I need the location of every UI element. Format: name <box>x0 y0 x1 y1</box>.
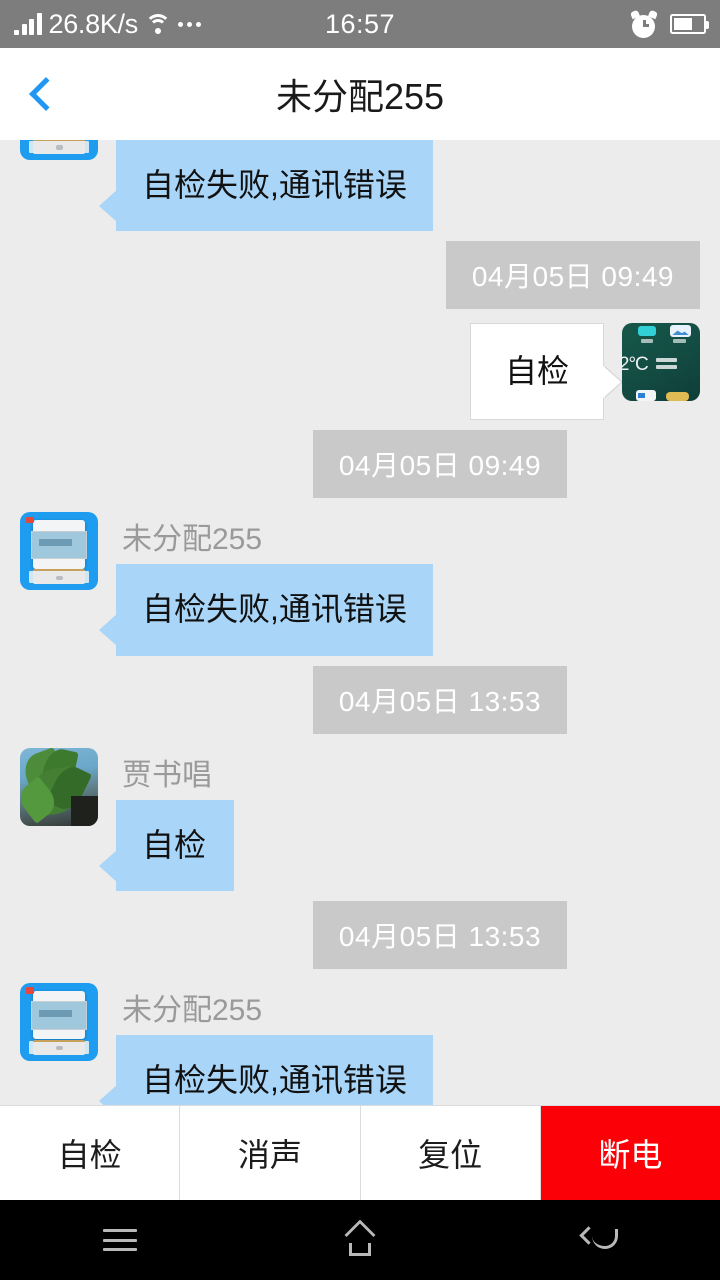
back-arrow-icon <box>579 1226 618 1253</box>
nav-menu-button[interactable] <box>0 1200 240 1280</box>
avatar-temperature-text: 2°C <box>622 354 649 376</box>
action-button-label: 消声 <box>237 1137 302 1173</box>
alarm-clock-icon <box>629 9 659 38</box>
android-navigation-bar <box>0 1200 720 1280</box>
message-sender-name: 未分配255 <box>122 523 263 557</box>
message-bubble[interactable]: 自检 <box>469 323 621 421</box>
timestamp-row: 04月05日 09:49 <box>0 241 720 310</box>
action-button-self-check[interactable]: 自检 <box>0 1106 181 1200</box>
status-bar-right <box>629 9 709 38</box>
action-button-silence[interactable]: 消声 <box>180 1106 361 1200</box>
action-button-power-off[interactable]: 断电 <box>540 1106 720 1200</box>
message-row-outgoing[interactable]: 自检 2°C <box>0 323 720 421</box>
timestamp-row: 04月05日 13:53 <box>0 665 720 734</box>
nav-back-button[interactable] <box>480 1200 720 1280</box>
action-button-label: 断电 <box>598 1137 663 1173</box>
message-bubble[interactable]: 自检失败,通讯错误 <box>99 564 433 656</box>
message-text: 自检 <box>142 826 207 863</box>
message-text: 自检 <box>504 353 569 390</box>
action-toolbar: 自检 消声 复位 断电 <box>0 1105 720 1200</box>
message-row-incoming[interactable]: 自检失败,通讯错误 <box>0 140 720 232</box>
home-icon <box>343 1219 377 1256</box>
timestamp-badge: 04月05日 13:53 <box>312 665 568 734</box>
phone-home-screenshot-avatar[interactable]: 2°C <box>622 323 700 402</box>
signal-bars-icon <box>14 13 42 35</box>
page-title: 未分配255 <box>275 76 445 117</box>
message-sender-name: 贾书唱 <box>122 758 212 792</box>
action-button-label: 复位 <box>418 1137 483 1173</box>
chevron-left-icon <box>29 77 63 111</box>
menu-icon <box>103 1229 137 1251</box>
plant-photo-avatar[interactable] <box>20 747 98 826</box>
chat-message-list[interactable]: 自检失败,通讯错误 04月05日 09:49 自检 2°C 04月05日 09:… <box>0 140 720 1105</box>
message-bubble[interactable]: 自检 <box>99 799 234 891</box>
timestamp-badge: 04月05日 09:49 <box>312 430 568 499</box>
message-bubble[interactable]: 自检失败,通讯错误 <box>99 140 433 232</box>
meter-device-avatar[interactable] <box>20 512 98 591</box>
message-row-incoming[interactable]: 未分配255 自检失败,通讯错误 <box>0 982 720 1105</box>
action-button-reset[interactable]: 复位 <box>360 1106 541 1200</box>
message-row-incoming[interactable]: 未分配255 自检失败,通讯错误 <box>0 512 720 656</box>
message-bubble[interactable]: 自检失败,通讯错误 <box>99 1034 433 1105</box>
timestamp-badge: 04月05日 09:49 <box>445 241 700 310</box>
app-header: 未分配255 <box>0 48 720 140</box>
nav-home-button[interactable] <box>240 1200 480 1280</box>
message-sender-name: 未分配255 <box>122 993 263 1027</box>
message-text: 自检失败,通讯错误 <box>142 591 407 628</box>
wifi-icon <box>144 13 171 35</box>
phone-screen: 26.8K/s 16:57 未分配255 自检失败,通讯错误 04月05日 09… <box>0 0 720 1280</box>
message-text: 自检失败,通讯错误 <box>142 1061 407 1098</box>
network-speed-text: 26.8K/s <box>48 8 139 39</box>
meter-device-avatar[interactable] <box>20 982 98 1061</box>
more-dots-icon <box>177 21 201 27</box>
meter-device-avatar[interactable] <box>20 140 98 160</box>
message-text: 自检失败,通讯错误 <box>142 167 407 203</box>
message-row-incoming[interactable]: 贾书唱 自检 <box>0 747 720 891</box>
header-back-button[interactable] <box>0 48 84 140</box>
battery-icon <box>670 14 709 34</box>
action-button-label: 自检 <box>57 1137 122 1173</box>
status-bar-left: 26.8K/s <box>14 9 631 40</box>
status-bar: 26.8K/s 16:57 <box>0 0 720 48</box>
timestamp-row: 04月05日 09:49 <box>0 430 720 499</box>
timestamp-badge: 04月05日 13:53 <box>312 900 568 969</box>
timestamp-row: 04月05日 13:53 <box>0 900 720 969</box>
